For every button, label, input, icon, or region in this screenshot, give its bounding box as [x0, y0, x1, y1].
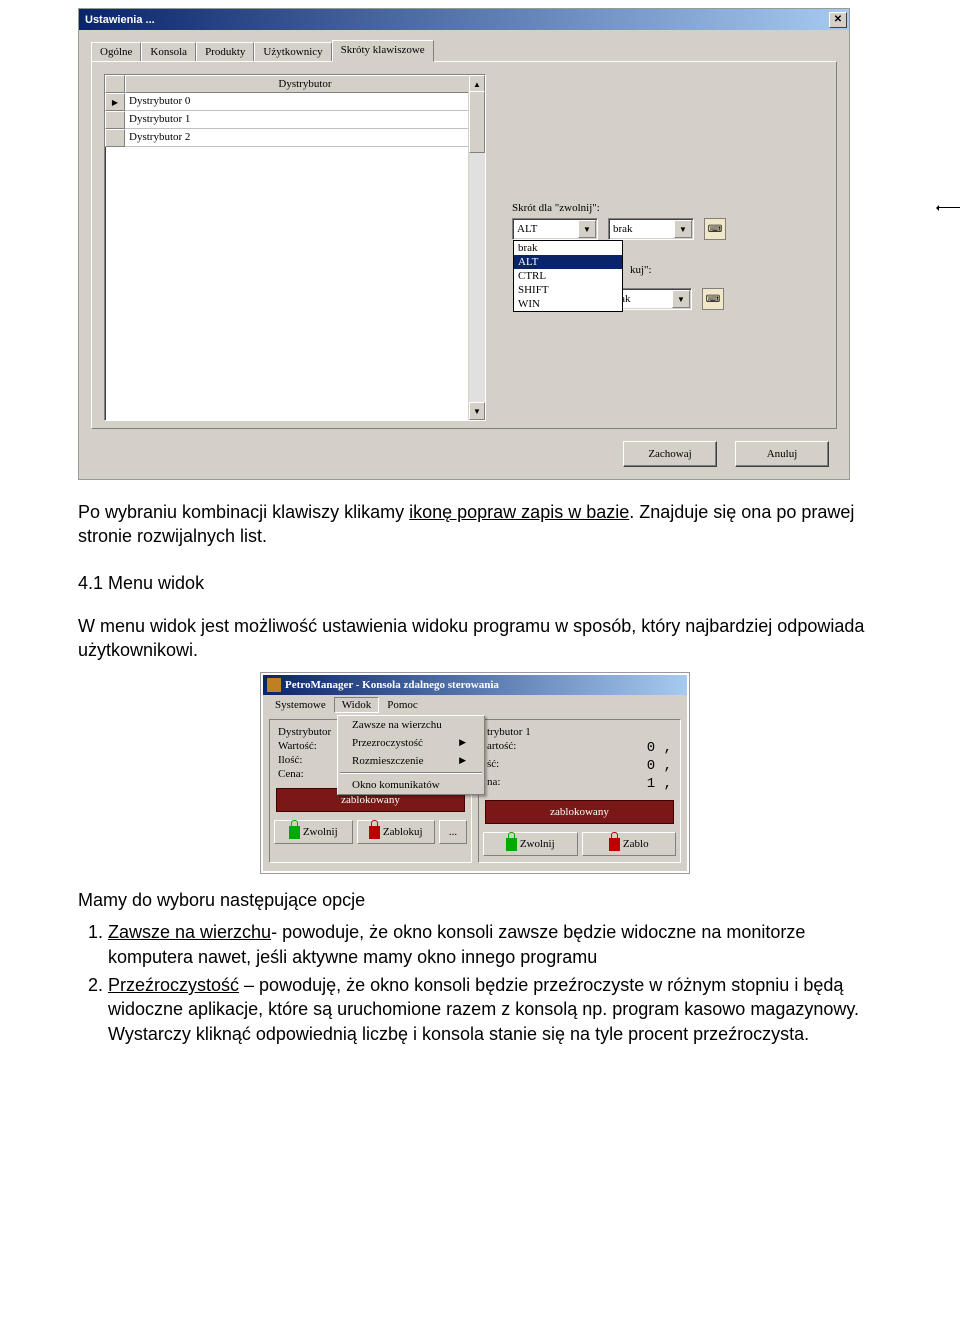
- window-title: PetroManager - Konsola zdalnego sterowan…: [285, 679, 499, 691]
- save-shortcut-icon[interactable]: ⌨: [702, 288, 724, 310]
- grid-cell: Dystrybutor 2: [125, 129, 485, 147]
- list-item: Przeźroczystość – powoduję, że okno kons…: [108, 973, 882, 1046]
- shortcut-zablokuj-label-partial: kuj":: [630, 264, 652, 276]
- unlock-icon: [506, 838, 517, 851]
- table-row[interactable]: Dystrybutor 0: [105, 93, 485, 111]
- menubar: Systemowe Widok Pomoc: [263, 695, 687, 715]
- window-titlebar: PetroManager - Konsola zdalnego sterowan…: [263, 675, 687, 695]
- zablokuj-button[interactable]: Zablo: [582, 832, 677, 856]
- paragraph: Mamy do wyboru następujące opcje: [78, 888, 882, 912]
- menu-item-zawsze-na-wierzchu[interactable]: Zawsze na wierzchu: [338, 716, 484, 734]
- grid-header: Dystrybutor: [125, 75, 485, 93]
- zablokuj-button[interactable]: Zablokuj: [357, 820, 436, 844]
- more-button[interactable]: ...: [439, 820, 467, 844]
- scroll-down-icon[interactable]: ▼: [469, 402, 485, 420]
- scrollbar[interactable]: ▲ ▼: [468, 75, 485, 420]
- close-icon[interactable]: ✕: [829, 12, 847, 28]
- modifier-select[interactable]: ALT ▼ brak ALT CTRL SHIFT WIN: [512, 218, 598, 240]
- paragraph: W menu widok jest możliwość ustawienia w…: [78, 614, 882, 663]
- panel-title: trybutor 1: [487, 726, 531, 738]
- menu-systemowe[interactable]: Systemowe: [267, 697, 334, 713]
- cancel-button[interactable]: Anuluj: [735, 441, 829, 467]
- grid-cell: Dystrybutor 1: [125, 111, 485, 129]
- panel-title: Dystrybutor: [278, 726, 331, 738]
- zwolnij-button[interactable]: Zwolnij: [274, 820, 353, 844]
- modifier-option[interactable]: CTRL: [514, 269, 622, 283]
- tab-pane: Dystrybutor Dystrybutor 0 Dystrybutor 1 …: [91, 61, 837, 429]
- app-icon: [267, 678, 281, 692]
- row-indicator-icon: [105, 129, 125, 147]
- scroll-thumb[interactable]: [469, 91, 485, 153]
- key-value: brak: [609, 223, 674, 235]
- settings-window: Ustawienia ... ✕ Ogólne Konsola Produkty…: [78, 8, 850, 480]
- window-titlebar: Ustawienia ... ✕: [79, 9, 849, 30]
- table-row[interactable]: Dystrybutor 2: [105, 129, 485, 147]
- lock-icon: [369, 826, 380, 839]
- modifier-dropdown-list: brak ALT CTRL SHIFT WIN: [513, 240, 623, 312]
- modifier-option[interactable]: ALT: [514, 255, 622, 269]
- unlock-icon: [289, 826, 300, 839]
- menu-separator: [340, 772, 482, 774]
- list-item: Zawsze na wierzchu- powoduje, że okno ko…: [108, 920, 882, 969]
- row-indicator-icon: [105, 93, 125, 111]
- modifier-value: ALT: [513, 223, 578, 235]
- grid-corner: [105, 75, 125, 93]
- chevron-down-icon[interactable]: ▼: [674, 220, 692, 238]
- tab-skroty-klawiszowe[interactable]: Skróty klawiszowe: [332, 40, 434, 62]
- status-badge: zablokowany: [485, 800, 674, 824]
- modifier-option[interactable]: SHIFT: [514, 283, 622, 297]
- save-button[interactable]: Zachowaj: [623, 441, 717, 467]
- menu-item-rozmieszczenie[interactable]: Rozmieszczenie▶: [338, 752, 484, 770]
- chevron-down-icon[interactable]: ▼: [578, 220, 596, 238]
- table-row[interactable]: Dystrybutor 1: [105, 111, 485, 129]
- options-list: Zawsze na wierzchu- powoduje, że okno ko…: [108, 920, 882, 1045]
- tab-strip: Ogólne Konsola Produkty Użytkownicy Skró…: [91, 40, 434, 62]
- callout-arrow-icon: [939, 207, 960, 209]
- window-title: Ustawienia ...: [85, 14, 155, 26]
- shortcut-zwolnij-label: Skrót dla "zwolnij":: [512, 202, 812, 214]
- menu-pomoc[interactable]: Pomoc: [379, 697, 426, 713]
- zwolnij-button[interactable]: Zwolnij: [483, 832, 578, 856]
- submenu-arrow-icon: ▶: [459, 755, 466, 767]
- menu-item-przezroczystosc[interactable]: Przezroczystość▶: [338, 734, 484, 752]
- inline-underline: ikonę popraw zapis w bazie: [409, 502, 629, 522]
- row-indicator-icon: [105, 111, 125, 129]
- modifier-option[interactable]: WIN: [514, 297, 622, 311]
- grid-cell: Dystrybutor 0: [125, 93, 485, 111]
- chevron-down-icon[interactable]: ▼: [672, 290, 690, 308]
- distributor-grid[interactable]: Dystrybutor Dystrybutor 0 Dystrybutor 1 …: [104, 74, 486, 421]
- lock-icon: [609, 838, 620, 851]
- menu-item-okno-komunikatow[interactable]: Okno komunikatów: [338, 776, 484, 794]
- distributor-panel: trybutor 1 artość:0 , ść:0 , na:1 , zabl…: [478, 719, 681, 863]
- petromanager-window: PetroManager - Konsola zdalnego sterowan…: [263, 675, 687, 871]
- widok-dropdown-menu: Zawsze na wierzchu Przezroczystość▶ Rozm…: [337, 715, 485, 795]
- key-select-zwolnij[interactable]: brak ▼: [608, 218, 694, 240]
- petromanager-window-frame: PetroManager - Konsola zdalnego sterowan…: [260, 672, 690, 874]
- menu-widok[interactable]: Widok: [334, 697, 380, 713]
- modifier-option[interactable]: brak: [514, 241, 622, 255]
- shortcut-panel: Skrót dla "zwolnij": ALT ▼ brak ALT CTRL…: [512, 202, 812, 314]
- save-shortcut-icon[interactable]: ⌨: [704, 218, 726, 240]
- submenu-arrow-icon: ▶: [459, 737, 466, 749]
- section-heading: 4.1 Menu widok: [78, 573, 882, 594]
- paragraph: Po wybraniu kombinacji klawiszy klikamy …: [78, 500, 882, 549]
